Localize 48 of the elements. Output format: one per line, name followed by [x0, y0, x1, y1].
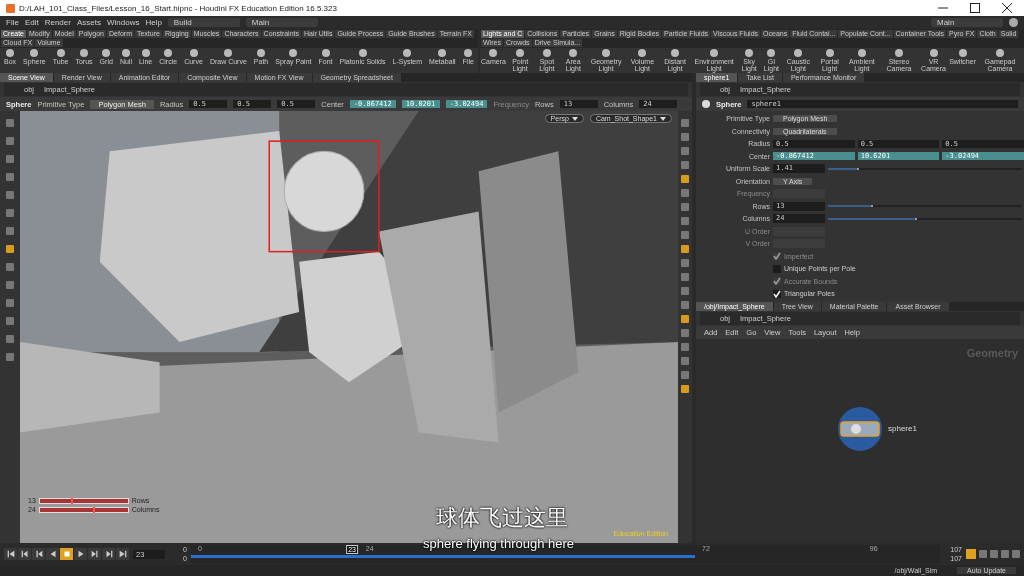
playback-button[interactable]: [74, 548, 87, 560]
playback-button[interactable]: [4, 548, 17, 560]
maximize-icon[interactable]: [970, 3, 980, 13]
playback-button[interactable]: [18, 548, 31, 560]
tool-icon[interactable]: [6, 155, 14, 163]
tool-icon[interactable]: [6, 335, 14, 343]
tool-icon[interactable]: [6, 281, 14, 289]
sphere-node-icon[interactable]: [836, 404, 884, 453]
menu-item[interactable]: Render: [44, 18, 71, 27]
menu-item[interactable]: Windows: [106, 18, 140, 27]
tool-icon[interactable]: [6, 245, 14, 253]
handle-slider[interactable]: [38, 506, 129, 513]
app-logo-icon: [6, 3, 15, 13]
caret-icon: [660, 116, 666, 121]
previous-key-icon: [19, 549, 30, 559]
menu-item[interactable]: Edit: [24, 18, 39, 27]
tool-icon[interactable]: [6, 137, 14, 145]
menu-item[interactable]: File: [6, 18, 19, 27]
desk-dropdown[interactable]: Main: [245, 18, 318, 27]
node-label: sphere1: [888, 424, 917, 433]
skip-to-start-icon: [5, 549, 16, 559]
menu-item[interactable]: Help: [145, 18, 162, 27]
tool-icon[interactable]: [6, 299, 14, 307]
sphere-icon: [702, 100, 710, 108]
tool-icon[interactable]: [6, 227, 14, 235]
tool-icon[interactable]: [6, 173, 14, 181]
desk-dropdown[interactable]: Main: [931, 18, 1003, 27]
window-title: D:/LAH_101_Class_Files/Lesson_16_Start.hipnc - Houdini FX Education Edition 16.5.323: [19, 3, 337, 13]
tool-icon[interactable]: [6, 209, 14, 217]
tool-icon[interactable]: [6, 191, 14, 199]
tool-icon[interactable]: [6, 353, 14, 361]
playback-button[interactable]: [102, 548, 115, 560]
tool-icon[interactable]: [6, 263, 14, 271]
close-icon[interactable]: [1002, 3, 1012, 13]
desktop-dropdown[interactable]: Build: [167, 18, 240, 27]
playback-button[interactable]: [46, 548, 59, 560]
playback-button[interactable]: [88, 548, 101, 560]
skip-to-end-icon: [117, 549, 128, 559]
parameter-slider[interactable]: [828, 217, 1022, 220]
handle-slider[interactable]: [38, 497, 129, 504]
caret-icon: [571, 116, 578, 121]
tool-icon[interactable]: [6, 317, 14, 325]
playback-button[interactable]: [116, 548, 129, 560]
step-forward-icon: [89, 549, 100, 559]
tool-icon[interactable]: [6, 119, 14, 127]
menu-item[interactable]: Assets: [76, 18, 101, 27]
subtitle: 球体飞过这里: [436, 504, 568, 532]
playback-button[interactable]: [32, 548, 45, 560]
